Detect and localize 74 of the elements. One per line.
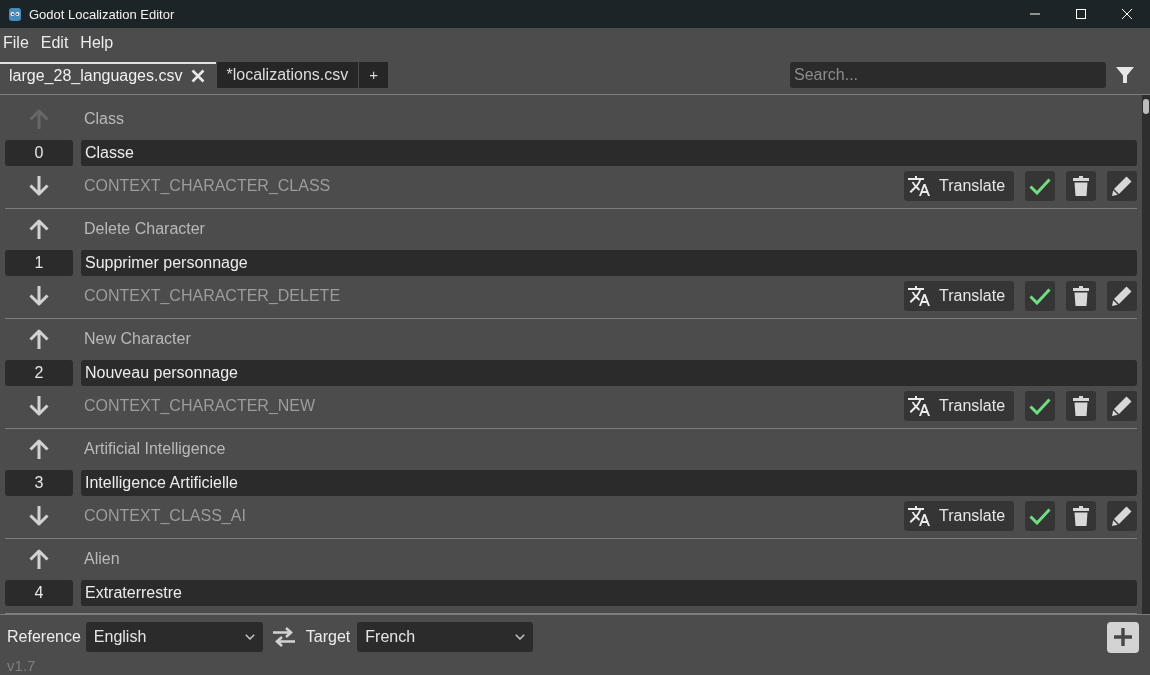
delete-button[interactable] (1066, 391, 1096, 421)
index-field[interactable]: 3 (5, 470, 73, 496)
close-icon[interactable] (191, 68, 206, 83)
file-tab[interactable]: *localizations.csv (217, 61, 359, 88)
translation-field[interactable]: Extraterrestre (81, 580, 1137, 606)
index-field[interactable]: 1 (5, 250, 73, 276)
window-title: Godot Localization Editor (29, 6, 175, 22)
file-tab[interactable]: large_28_languages.csv (0, 61, 217, 88)
delete-button[interactable] (1066, 281, 1096, 311)
arrow-down-icon[interactable] (28, 395, 50, 417)
menu-item[interactable]: File (0, 34, 32, 52)
translation-field[interactable]: Nouveau personnage (81, 360, 1137, 386)
swap-icon[interactable] (272, 627, 295, 647)
check-button[interactable] (1025, 501, 1055, 531)
add-button[interactable] (1107, 621, 1139, 653)
pencil-icon (1112, 286, 1132, 306)
menu-item[interactable]: Edit (37, 34, 72, 52)
app-icon (7, 6, 23, 22)
chevron-icon (515, 634, 526, 640)
translate-icon (908, 176, 930, 196)
target-dropdown[interactable]: French (357, 622, 534, 652)
check-button[interactable] (1025, 281, 1055, 311)
pencil-icon (1112, 396, 1132, 416)
translation-field[interactable]: Intelligence Artificielle (81, 470, 1137, 496)
delete-button[interactable] (1066, 501, 1096, 531)
arrow-down-icon[interactable] (28, 505, 50, 527)
filter-icon[interactable] (1116, 65, 1134, 84)
source-text: New Character (84, 330, 191, 348)
translation-field[interactable]: Classe (81, 140, 1137, 166)
edit-button[interactable] (1107, 391, 1137, 421)
edit-button[interactable] (1107, 281, 1137, 311)
add-tab-button[interactable]: + (359, 61, 389, 88)
index-field[interactable]: 0 (5, 140, 73, 166)
translate-icon (908, 506, 930, 526)
plus-icon (1113, 627, 1133, 647)
trash-icon (1073, 286, 1089, 306)
edit-button[interactable] (1107, 501, 1137, 531)
translate-button[interactable]: Translate (904, 171, 1014, 201)
translate-button[interactable]: Translate (904, 281, 1014, 311)
pencil-icon (1112, 176, 1132, 196)
context-key: CONTEXT_CHARACTER_NEW (84, 397, 316, 415)
scrollbar-thumb[interactable] (1143, 99, 1149, 114)
arrow-down-icon[interactable] (28, 285, 50, 307)
pencil-icon (1112, 506, 1132, 526)
translate-icon (908, 286, 930, 306)
reference-label: Reference (7, 628, 81, 646)
trash-icon (1073, 506, 1089, 526)
context-key: CONTEXT_CLASS_AI (84, 507, 246, 525)
source-text: Class (84, 110, 124, 128)
delete-button[interactable] (1066, 171, 1096, 201)
translate-icon (908, 396, 930, 416)
trash-icon (1073, 396, 1089, 416)
translate-button[interactable]: Translate (904, 501, 1014, 531)
context-key: CONTEXT_CHARACTER_CLASS (84, 177, 331, 195)
source-text: Alien (84, 550, 120, 568)
index-field[interactable]: 2 (5, 360, 73, 386)
maximize-icon[interactable] (1076, 9, 1086, 19)
chevron-icon (244, 634, 255, 640)
reference-dropdown[interactable]: English (85, 622, 263, 652)
edit-button[interactable] (1107, 171, 1137, 201)
trash-icon (1073, 176, 1089, 196)
translate-button[interactable]: Translate (904, 391, 1014, 421)
menu-item[interactable]: Help (77, 34, 117, 52)
source-text: Delete Character (84, 220, 205, 238)
check-button[interactable] (1025, 171, 1055, 201)
search-field[interactable]: Search... (790, 61, 1106, 88)
context-key: CONTEXT_CHARACTER_DELETE (84, 287, 341, 305)
translation-field[interactable]: Supprimer personnage (81, 250, 1137, 276)
index-field[interactable]: 4 (5, 580, 73, 606)
scrollbar[interactable] (1142, 95, 1150, 614)
check-button[interactable] (1025, 391, 1055, 421)
source-text: Artificial Intelligence (84, 440, 226, 458)
arrow-down-icon[interactable] (28, 175, 50, 197)
target-label: Target (305, 628, 351, 646)
